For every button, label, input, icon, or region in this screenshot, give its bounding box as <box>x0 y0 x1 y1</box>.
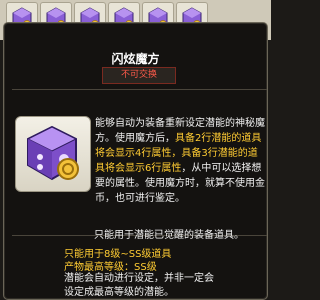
requirement-line: 只能用于8级~SS级道具 产物最高等级：SS级 <box>64 248 264 274</box>
requirement-level-range: 只能用于8级~SS级道具 <box>64 249 172 260</box>
footer-note: 潜能会自动进行设定，并非一定会 设定成最高等级的潜能。 <box>64 272 264 300</box>
usage-note: 只能用于潜能已觉醒的装备道具。 <box>94 230 244 241</box>
untradeable-badge: 不可交换 <box>102 67 176 84</box>
footer-line-1: 潜能会自动进行设定，并非一定会 <box>64 273 214 284</box>
item-description: 能够自动为装备重新设定潜能的神秘魔方。使用魔方后，具备2行潜能的道具将会显示4行… <box>95 116 267 206</box>
item-image-frame <box>15 116 91 192</box>
footer-line-2: 设定成最高等级的潜能。 <box>64 287 174 298</box>
divider <box>12 89 267 90</box>
item-name: 闪炫魔方 <box>111 52 160 66</box>
purple-dice-cube-with-coin-icon <box>26 125 79 181</box>
